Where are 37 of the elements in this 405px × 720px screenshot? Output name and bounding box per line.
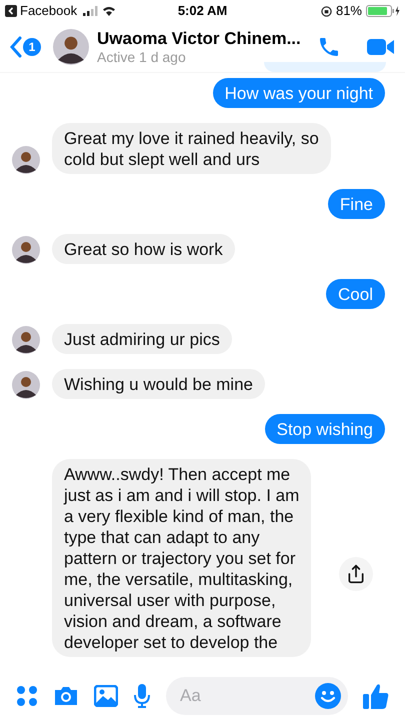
avatar — [12, 146, 40, 174]
phone-icon[interactable] — [317, 35, 341, 59]
video-camera-icon[interactable] — [367, 37, 395, 57]
share-icon — [346, 564, 366, 584]
emoji-icon[interactable] — [314, 682, 342, 710]
message-field[interactable]: Aa — [166, 677, 348, 715]
thumbs-up-icon[interactable] — [363, 682, 389, 710]
back-app-label[interactable]: Facebook — [20, 1, 78, 21]
camera-icon[interactable] — [53, 685, 79, 707]
message-bubble: Great my love it rained heavily, so cold but slept well and urs — [52, 123, 331, 174]
message-bubble: Fine — [328, 189, 385, 219]
time-label: 5:02 AM — [176, 2, 228, 20]
message-bubble: Awww..swdy! Then accept me just as i am and i will stop. I am a very flexible kind of man, the type that can adapt to any pattern or trajectory you set for me, the versatile, multitasking, universal user with purpose, vision and dream, a software developer set to develop the — [52, 459, 312, 657]
avatar — [12, 326, 40, 354]
contact-name[interactable]: Uwaoma Victor Chinem... — [97, 28, 309, 49]
avatar — [12, 371, 40, 399]
microphone-icon[interactable] — [133, 683, 151, 709]
message-bubble: Stop wishing — [264, 414, 385, 444]
battery-icon — [366, 5, 400, 17]
wifi-icon — [102, 6, 116, 16]
active-status: Active 1 d ago — [97, 49, 187, 66]
avatar — [12, 236, 40, 264]
grid-icon[interactable] — [16, 685, 38, 707]
chevron-left-icon — [10, 36, 22, 58]
image-icon[interactable] — [94, 685, 118, 707]
back-button[interactable]: 1 — [10, 36, 41, 58]
unread-badge: 1 — [23, 38, 41, 56]
signal-icon — [83, 6, 100, 16]
back-icon[interactable] — [5, 5, 17, 17]
message-bubble: Great so how is work — [52, 234, 235, 264]
message-bubble: Cool — [326, 279, 385, 309]
battery-percent: 81% — [336, 2, 362, 20]
avatar[interactable] — [53, 29, 89, 65]
message-bubble: Just admiring ur pics — [52, 324, 232, 354]
message-bubble: Wishing u would be mine — [52, 369, 265, 399]
share-button[interactable] — [339, 557, 374, 591]
message-bubble: How was your night — [212, 78, 385, 108]
